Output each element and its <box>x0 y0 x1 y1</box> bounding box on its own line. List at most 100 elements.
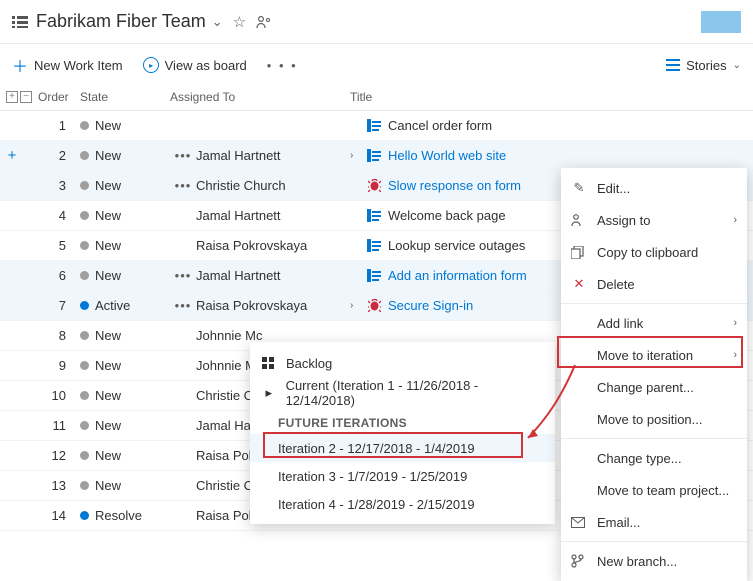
submenu-backlog[interactable]: Backlog <box>250 348 555 378</box>
ctx-edit[interactable]: ✎ Edit... <box>561 172 747 204</box>
row-assigned: Christie Church <box>196 178 350 193</box>
state-dot-icon <box>80 271 89 280</box>
submenu-iteration-2[interactable]: Iteration 2 - 12/17/2018 - 1/4/2019 <box>250 434 555 462</box>
ctx-assign-to[interactable]: Assign to › <box>561 204 747 236</box>
row-title: Cancel order form <box>384 118 492 133</box>
column-assigned[interactable]: Assigned To <box>170 90 350 104</box>
toolbar: ＋ New Work Item View as board • • • Stor… <box>0 44 753 86</box>
pencil-icon: ✎ <box>571 180 587 196</box>
column-order[interactable]: Order <box>38 90 80 104</box>
add-child-icon[interactable]: + <box>4 147 20 164</box>
row-more-button[interactable]: ••• <box>170 148 196 163</box>
branch-icon <box>571 554 587 568</box>
bug-icon <box>364 179 384 192</box>
row-order: 3 <box>36 178 80 193</box>
row-more-button[interactable]: ••• <box>170 298 196 313</box>
row-more-button[interactable]: ••• <box>170 268 196 283</box>
row-order: 7 <box>36 298 80 313</box>
row-state: New <box>80 448 170 463</box>
expand-collapse-controls[interactable]: + − <box>4 91 38 103</box>
row-state: New <box>80 178 170 193</box>
row-state: New <box>80 418 170 433</box>
chevron-down-icon[interactable]: ⌄ <box>212 14 223 30</box>
chevron-right-icon: › <box>350 150 364 161</box>
pbi-icon <box>364 239 384 252</box>
iteration-submenu: Backlog ▸ Current (Iteration 1 - 11/26/2… <box>250 342 555 524</box>
submenu-current[interactable]: ▸ Current (Iteration 1 - 11/26/2018 - 12… <box>250 378 555 408</box>
ctx-change-parent[interactable]: Change parent... <box>561 371 747 403</box>
new-work-item-label: New Work Item <box>34 58 123 73</box>
row-assigned: Jamal Hartnett <box>196 148 350 163</box>
ctx-move-to-project[interactable]: Move to team project... <box>561 474 747 506</box>
row-assigned: Jamal Hartnett <box>196 268 350 283</box>
submenu-iteration-3[interactable]: Iteration 3 - 1/7/2019 - 1/25/2019 <box>250 462 555 490</box>
ctx-change-type[interactable]: Change type... <box>561 442 747 474</box>
delete-icon: ✕ <box>571 276 587 292</box>
state-dot-icon <box>80 301 89 310</box>
state-dot-icon <box>80 151 89 160</box>
ctx-move-to-iteration[interactable]: Move to iteration › <box>561 339 747 371</box>
search-box[interactable] <box>701 11 741 33</box>
separator <box>561 303 747 304</box>
row-state: New <box>80 238 170 253</box>
row-assigned: Jamal Hartnett <box>196 208 350 223</box>
row-state: New <box>80 148 170 163</box>
chevron-right-icon: › <box>733 349 737 361</box>
row-order: 5 <box>36 238 80 253</box>
state-dot-icon <box>80 481 89 490</box>
ctx-move-to-position[interactable]: Move to position... <box>561 403 747 435</box>
collapse-all-icon[interactable]: − <box>20 91 32 103</box>
state-dot-icon <box>80 241 89 250</box>
submenu-iteration-4[interactable]: Iteration 4 - 1/28/2019 - 2/15/2019 <box>250 490 555 518</box>
pbi-icon <box>364 209 384 222</box>
column-state[interactable]: State <box>80 90 170 104</box>
new-work-item-button[interactable]: ＋ New Work Item <box>12 53 123 77</box>
state-dot-icon <box>80 451 89 460</box>
ctx-delete[interactable]: ✕ Delete <box>561 268 747 300</box>
pbi-icon <box>364 269 384 282</box>
column-title[interactable]: Title <box>350 90 753 104</box>
row-title[interactable]: Add an information form <box>384 268 527 283</box>
chevron-right-icon: ▸ <box>262 385 276 401</box>
view-as-board-button[interactable]: View as board <box>143 57 247 73</box>
row-order: 12 <box>36 448 80 463</box>
plus-icon: ＋ <box>12 53 28 77</box>
state-dot-icon <box>80 181 89 190</box>
row-order: 13 <box>36 478 80 493</box>
pbi-icon <box>364 149 384 162</box>
star-icon[interactable]: ☆ <box>233 13 246 31</box>
row-order: 4 <box>36 208 80 223</box>
row-order: 2 <box>36 148 80 163</box>
backlog-icon <box>12 14 28 30</box>
toolbar-more-button[interactable]: • • • <box>267 58 298 73</box>
state-dot-icon <box>80 121 89 130</box>
separator <box>561 438 747 439</box>
people-icon[interactable] <box>256 15 272 29</box>
row-title[interactable]: Secure Sign-in <box>384 298 473 313</box>
stories-filter[interactable]: Stories ⌄ <box>666 58 741 73</box>
ctx-email[interactable]: Email... <box>561 506 747 538</box>
row-assigned: Johnnie Mc <box>196 328 350 343</box>
row-title: Lookup service outages <box>384 238 525 253</box>
ctx-add-link[interactable]: Add link › <box>561 307 747 339</box>
row-state: New <box>80 358 170 373</box>
ctx-copy[interactable]: Copy to clipboard <box>561 236 747 268</box>
table-row[interactable]: 1NewCancel order form <box>0 111 753 141</box>
table-row[interactable]: +2New•••Jamal Hartnett› Hello World web s… <box>0 141 753 171</box>
row-assigned: Raisa Pokrovskaya <box>196 238 350 253</box>
row-order: 9 <box>36 358 80 373</box>
row-more-button[interactable]: ••• <box>170 178 196 193</box>
expand-all-icon[interactable]: + <box>6 91 18 103</box>
chevron-right-icon: › <box>733 317 737 329</box>
separator <box>561 541 747 542</box>
state-dot-icon <box>80 391 89 400</box>
state-dot-icon <box>80 511 89 520</box>
row-title[interactable]: Slow response on form <box>384 178 521 193</box>
bug-icon <box>364 299 384 312</box>
row-title[interactable]: Hello World web site <box>384 148 506 163</box>
chevron-down-icon: ⌄ <box>733 60 741 71</box>
ctx-new-branch[interactable]: New branch... <box>561 545 747 577</box>
team-name[interactable]: Fabrikam Fiber Team <box>36 11 206 32</box>
pbi-icon <box>364 119 384 132</box>
row-order: 14 <box>36 508 80 523</box>
